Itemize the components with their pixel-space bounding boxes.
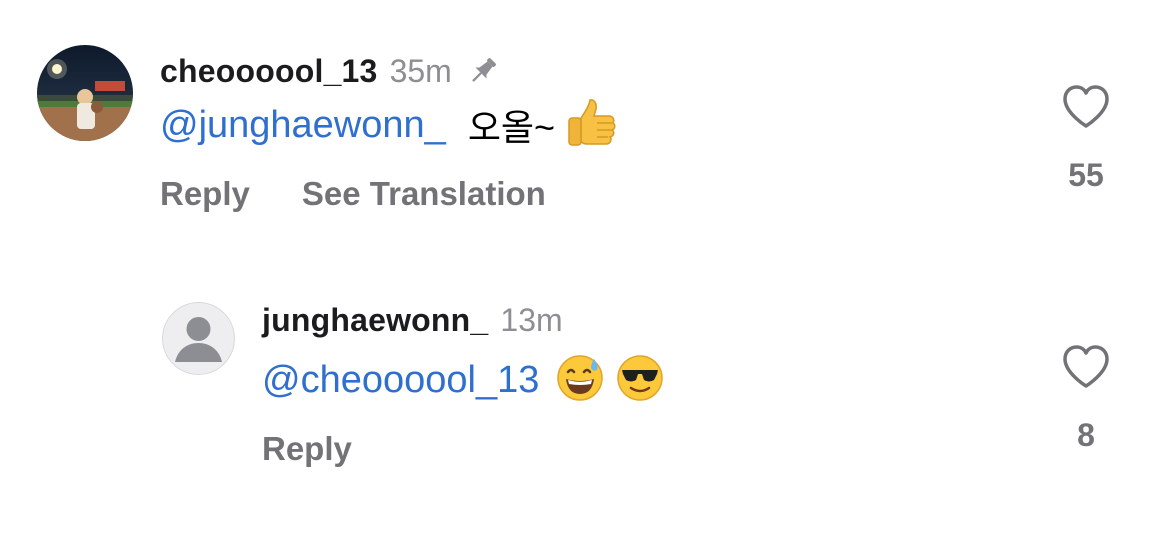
comment-body: @cheoooool_13 — [262, 353, 665, 407]
timestamp: 13m — [500, 302, 563, 338]
default-avatar-icon — [162, 302, 235, 375]
comment-text: 오올~ — [467, 107, 556, 148]
username[interactable]: junghaewonn_ — [262, 302, 488, 339]
heart-icon[interactable] — [1061, 84, 1111, 135]
see-translation-button[interactable]: See Translation — [302, 175, 546, 213]
thumbs-up-emoji-icon — [563, 96, 617, 155]
like-count: 55 — [1068, 157, 1104, 193]
pin-icon — [466, 54, 500, 93]
comment-header: junghaewonn_ 13m — [262, 302, 563, 339]
reply-button[interactable]: Reply — [262, 430, 352, 468]
mention-link[interactable]: @junghaewonn_ — [160, 104, 446, 147]
avatar[interactable] — [162, 302, 235, 375]
avatar[interactable] — [37, 45, 133, 141]
username[interactable]: cheoooool_13 — [160, 53, 378, 90]
like-column: 8 — [1046, 344, 1126, 454]
comment-body: @junghaewonn_ 오올~ — [160, 98, 617, 152]
comment-actions: Reply — [262, 430, 352, 468]
timestamp: 35m — [389, 53, 452, 89]
mention-link[interactable]: @cheoooool_13 — [262, 359, 539, 402]
comment: cheoooool_13 35m @junghaewonn_ 오올~ Reply — [0, 0, 1170, 250]
comment-actions: Reply See Translation — [160, 175, 546, 213]
heart-icon[interactable] — [1061, 344, 1111, 395]
reply-button[interactable]: Reply — [160, 175, 250, 213]
reply-comment: junghaewonn_ 13m @cheoooool_13 Reply 8 — [0, 280, 1170, 500]
comment-header: cheoooool_13 35m — [160, 48, 500, 90]
grinning-sweat-emoji-icon — [555, 353, 605, 408]
like-column: 55 — [1046, 84, 1126, 194]
like-count: 8 — [1077, 417, 1095, 453]
baseball-stadium-photo-icon — [37, 45, 133, 141]
sunglasses-emoji-icon — [615, 353, 665, 408]
